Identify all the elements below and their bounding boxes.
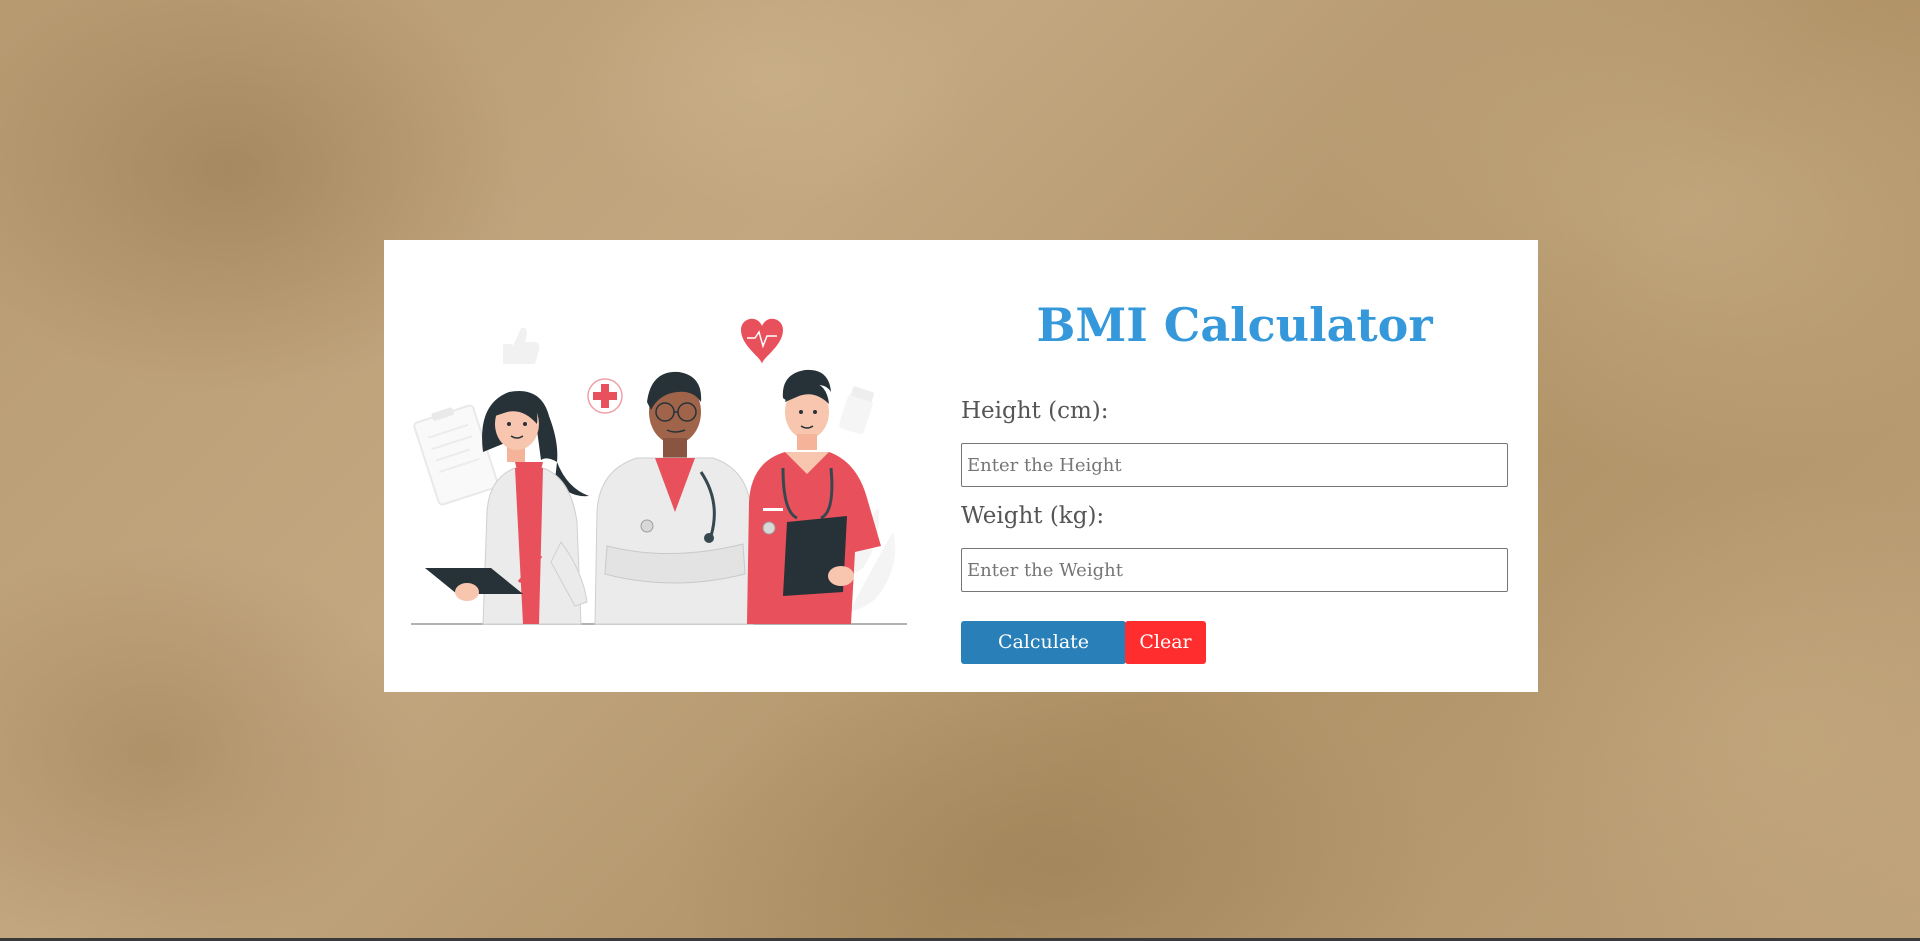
page-title: BMI Calculator	[1036, 298, 1433, 352]
calculate-bmi-button[interactable]: Calculate BMI	[961, 621, 1126, 696]
medical-team-illustration	[411, 318, 907, 625]
weight-input[interactable]	[961, 548, 1508, 592]
height-input[interactable]	[961, 443, 1508, 487]
bmi-form: BMI Calculator Height (cm): Weight (kg):…	[961, 240, 1508, 696]
clear-button[interactable]: Clear	[1125, 621, 1206, 664]
pill-bottle-icon	[839, 386, 874, 435]
thumbs-up-icon	[503, 327, 540, 364]
heart-icon	[741, 318, 783, 364]
height-label: Height (cm):	[961, 398, 1109, 424]
male-doctor-figure	[594, 371, 754, 625]
weight-label: Weight (kg):	[961, 503, 1105, 529]
red-cross-icon	[587, 378, 623, 414]
bmi-card: BMI Calculator Height (cm): Weight (kg):…	[384, 240, 1538, 696]
